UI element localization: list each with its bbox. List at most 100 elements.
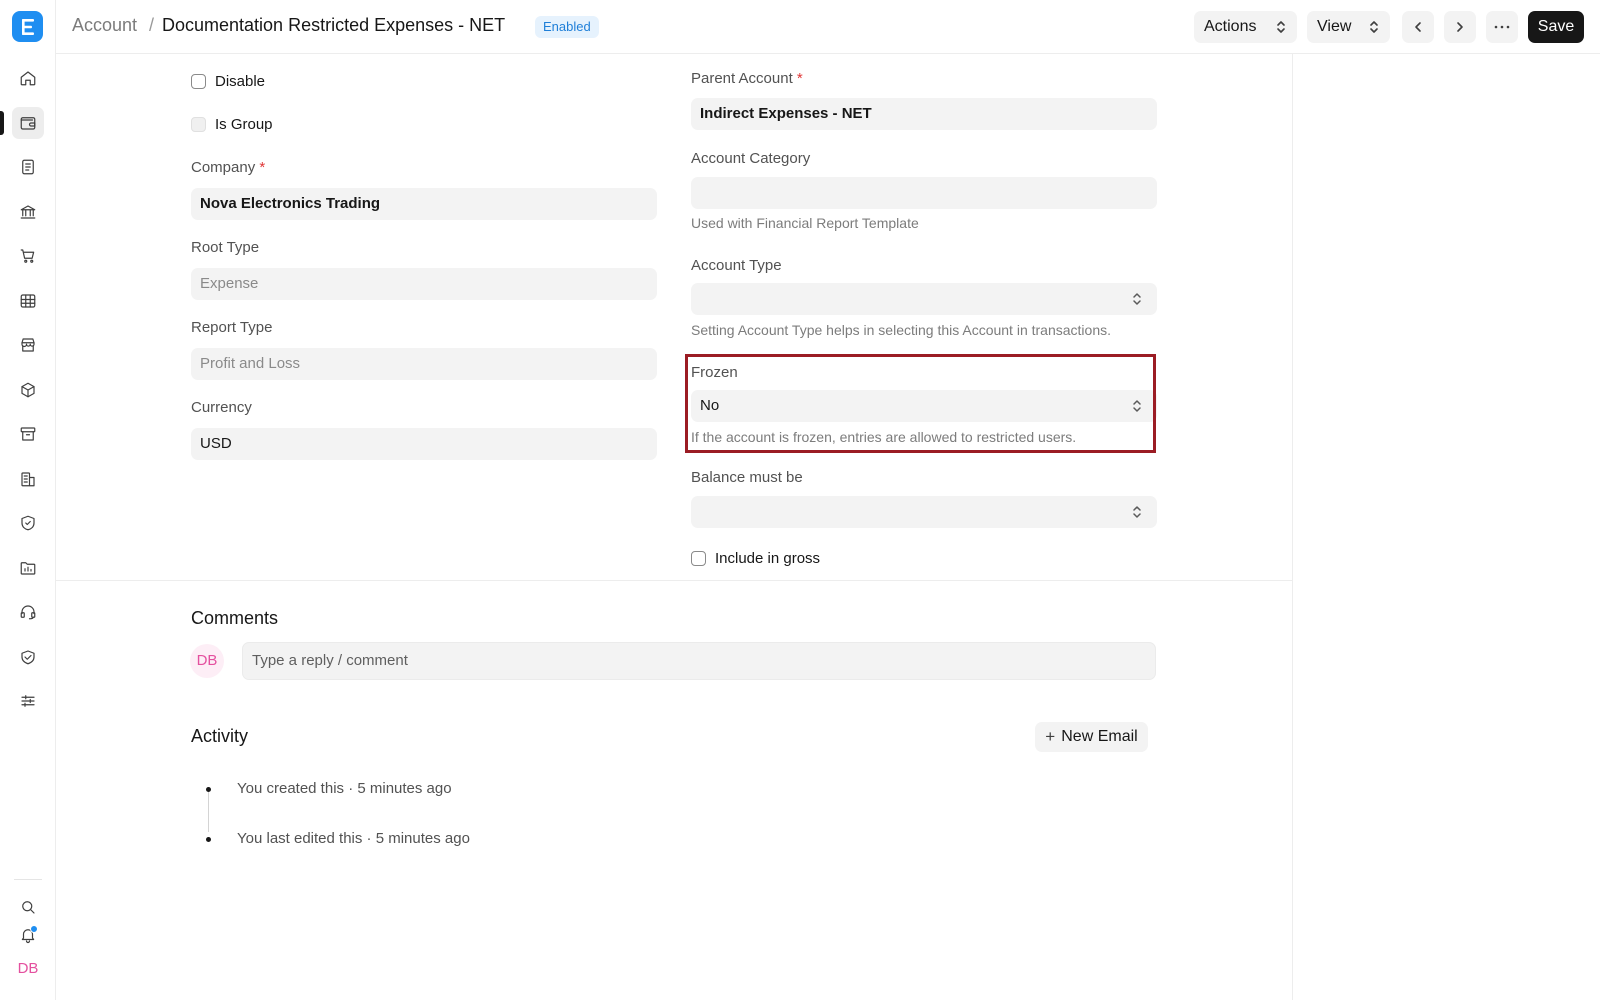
folder-icon: [20, 562, 36, 575]
sidebar-item-selling[interactable]: [12, 329, 44, 361]
account-category-field[interactable]: [691, 177, 1157, 209]
sidebar-divider: [14, 879, 42, 880]
include-in-gross-label: Include in gross: [715, 550, 821, 567]
chevron-updown-icon: [1370, 21, 1378, 33]
is-group-label: Is Group: [215, 116, 273, 133]
table-icon: [20, 294, 36, 308]
archive-icon: [20, 427, 36, 441]
frozen-highlight-box: [685, 354, 1156, 453]
document-icon: [22, 159, 34, 175]
sidebar-item-accounting[interactable]: [12, 107, 44, 139]
sidebar-item-banking[interactable]: [12, 196, 44, 228]
balance-must-be-label: Balance must be: [691, 469, 803, 486]
store-icon: [21, 338, 35, 352]
user-avatar[interactable]: DB: [14, 960, 42, 982]
account-category-label: Account Category: [691, 150, 811, 167]
shield-icon: [21, 515, 35, 531]
sidebar-item-crm[interactable]: [12, 641, 44, 673]
main-content: Disable Is Group Company * Nova Electron…: [56, 54, 1293, 1000]
actions-label: Actions: [1204, 18, 1257, 35]
sidebar-item-settings[interactable]: [12, 685, 44, 717]
parent-account-label: Parent Account *: [691, 70, 803, 87]
home-icon: [20, 71, 36, 86]
activity-item: You last edited this · 5 minutes ago: [237, 830, 470, 847]
chevron-updown-icon: [1277, 21, 1285, 33]
plus-icon: +: [1045, 727, 1056, 746]
currency-label: Currency: [191, 399, 252, 416]
erpnext-logo-icon: [21, 18, 34, 35]
more-options-button[interactable]: [1486, 11, 1518, 43]
notification-dot: [30, 925, 38, 933]
package-icon: [21, 382, 35, 398]
app-logo[interactable]: [12, 11, 43, 42]
handshake-icon: [21, 650, 35, 665]
include-in-gross-checkbox[interactable]: [691, 551, 706, 566]
activity-title: Activity: [191, 726, 249, 746]
section-divider: [56, 580, 1293, 581]
comments-title: Comments: [191, 608, 279, 628]
search-icon: [22, 901, 35, 914]
sidebar-item-assets[interactable]: [12, 418, 44, 450]
cart-icon: [20, 249, 35, 263]
ellipsis-icon: [1494, 25, 1510, 29]
status-badge: Enabled: [535, 16, 599, 38]
account-category-description: Used with Financial Report Template: [691, 215, 919, 231]
activity-item: You created this · 5 minutes ago: [237, 780, 452, 797]
sidebar: DB: [0, 0, 56, 1000]
sidebar-item-support[interactable]: [12, 596, 44, 628]
sidebar-item-quality[interactable]: [12, 507, 44, 539]
is-group-checkbox-row: Is Group: [191, 116, 273, 133]
sliders-icon: [21, 695, 35, 707]
view-label: View: [1317, 18, 1352, 35]
disable-checkbox[interactable]: [191, 74, 206, 89]
actions-button[interactable]: Actions: [1194, 11, 1297, 43]
chevron-updown-icon: [1133, 293, 1141, 305]
company-field[interactable]: Nova Electronics Trading: [191, 188, 657, 220]
building-icon: [21, 472, 35, 487]
comment-avatar: DB: [190, 644, 224, 678]
disable-label: Disable: [215, 73, 266, 90]
account-type-select[interactable]: [691, 283, 1157, 315]
breadcrumb-parent[interactable]: Account: [72, 15, 137, 36]
new-email-label: New Email: [1061, 728, 1138, 745]
report-type-field: Profit and Loss: [191, 348, 657, 380]
comment-input[interactable]: Type a reply / comment: [242, 642, 1156, 680]
chevron-updown-icon: [1133, 506, 1141, 518]
sidebar-item-documents[interactable]: [12, 151, 44, 183]
wallet-icon: [20, 117, 36, 130]
disable-checkbox-row[interactable]: Disable: [191, 73, 265, 90]
chevron-left-icon: [1415, 22, 1421, 32]
sidebar-item-buying[interactable]: [12, 240, 44, 272]
previous-record-button[interactable]: [1402, 11, 1434, 43]
parent-account-field[interactable]: Indirect Expenses - NET: [691, 98, 1157, 130]
active-indicator: [0, 111, 4, 135]
root-type-field: Expense: [191, 268, 657, 300]
chevron-right-icon: [1457, 22, 1463, 32]
sidebar-item-projects[interactable]: [12, 552, 44, 584]
sidebar-notifications[interactable]: [12, 919, 44, 951]
is-group-checkbox: [191, 117, 206, 132]
headset-icon: [20, 605, 36, 620]
report-type-label: Report Type: [191, 319, 273, 336]
account-type-label: Account Type: [691, 257, 782, 274]
account-type-description: Setting Account Type helps in selecting …: [691, 322, 1111, 338]
view-button[interactable]: View: [1307, 11, 1390, 43]
new-email-button[interactable]: + New Email: [1035, 722, 1148, 752]
root-type-label: Root Type: [191, 239, 260, 256]
company-label: Company *: [191, 159, 266, 176]
currency-field[interactable]: USD: [191, 428, 657, 460]
sidebar-item-stock[interactable]: [12, 374, 44, 406]
include-in-gross-row[interactable]: Include in gross: [691, 550, 820, 567]
bank-icon: [20, 205, 36, 219]
page-title: Documentation Restricted Expenses - NET: [162, 15, 506, 35]
breadcrumb-separator: /: [149, 15, 155, 35]
topbar: Account / Documentation Restricted Expen…: [56, 0, 1600, 54]
timeline-line: [208, 792, 209, 832]
save-button[interactable]: Save: [1528, 11, 1584, 43]
sidebar-item-home[interactable]: [12, 62, 44, 94]
balance-must-be-select[interactable]: [691, 496, 1157, 528]
timeline-dot: [206, 837, 211, 842]
sidebar-item-reports[interactable]: [12, 285, 44, 317]
sidebar-item-manufacturing[interactable]: [12, 463, 44, 495]
next-record-button[interactable]: [1444, 11, 1476, 43]
